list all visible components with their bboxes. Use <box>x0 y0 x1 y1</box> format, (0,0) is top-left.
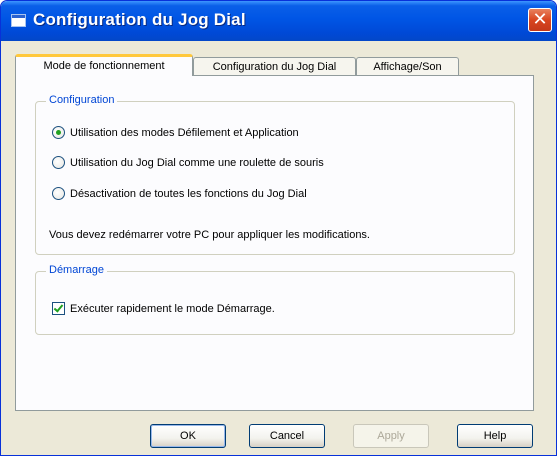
window-icon <box>11 14 26 27</box>
tab-configuration-du-jog-dial[interactable]: Configuration du Jog Dial <box>193 57 356 76</box>
help-button[interactable]: Help <box>457 424 533 448</box>
tab-label: Mode de fonctionnement <box>43 60 165 72</box>
option-roulette-souris[interactable]: Utilisation du Jog Dial comme une roulet… <box>52 155 452 171</box>
tab-mode-de-fonctionnement[interactable]: Mode de fonctionnement <box>15 54 193 76</box>
checkbox-label: Exécuter rapidement le mode Démarrage. <box>70 303 275 315</box>
configuration-group-title: Configuration <box>46 94 118 106</box>
option-desactivation[interactable]: Désactivation de toutes les fonctions du… <box>52 186 452 202</box>
tab-label: Affichage/Son <box>373 61 442 73</box>
ok-button[interactable]: OK <box>150 424 226 448</box>
cancel-button[interactable]: Cancel <box>249 424 325 448</box>
option-defilement-application[interactable]: Utilisation des modes Défilement et Appl… <box>52 125 452 141</box>
option-label: Désactivation de toutes les fonctions du… <box>70 188 307 200</box>
radio-button[interactable] <box>52 156 65 169</box>
tab-label: Configuration du Jog Dial <box>212 61 337 73</box>
restart-note: Vous devez redémarrer votre PC pour appl… <box>49 229 370 241</box>
startup-checkbox[interactable] <box>52 302 65 315</box>
startup-option[interactable]: Exécuter rapidement le mode Démarrage. <box>52 301 452 317</box>
apply-button[interactable]: Apply <box>353 424 429 448</box>
radio-button-selected[interactable] <box>52 126 65 139</box>
radio-button[interactable] <box>52 187 65 200</box>
tab-affichage-son[interactable]: Affichage/Son <box>356 57 459 76</box>
close-icon: ✕ <box>532 9 548 29</box>
dialog-window: Configuration du Jog Dial ✕ Mode de fonc… <box>0 0 557 456</box>
option-label: Utilisation du Jog Dial comme une roulet… <box>70 157 324 169</box>
option-label: Utilisation des modes Défilement et Appl… <box>70 127 299 139</box>
title-bar[interactable]: Configuration du Jog Dial ✕ <box>1 1 556 41</box>
close-button[interactable]: ✕ <box>528 8 552 32</box>
startup-group-title: Démarrage <box>46 264 108 276</box>
tab-panel: Configuration Utilisation des modes Défi… <box>15 75 534 411</box>
window-title: Configuration du Jog Dial <box>33 10 246 29</box>
